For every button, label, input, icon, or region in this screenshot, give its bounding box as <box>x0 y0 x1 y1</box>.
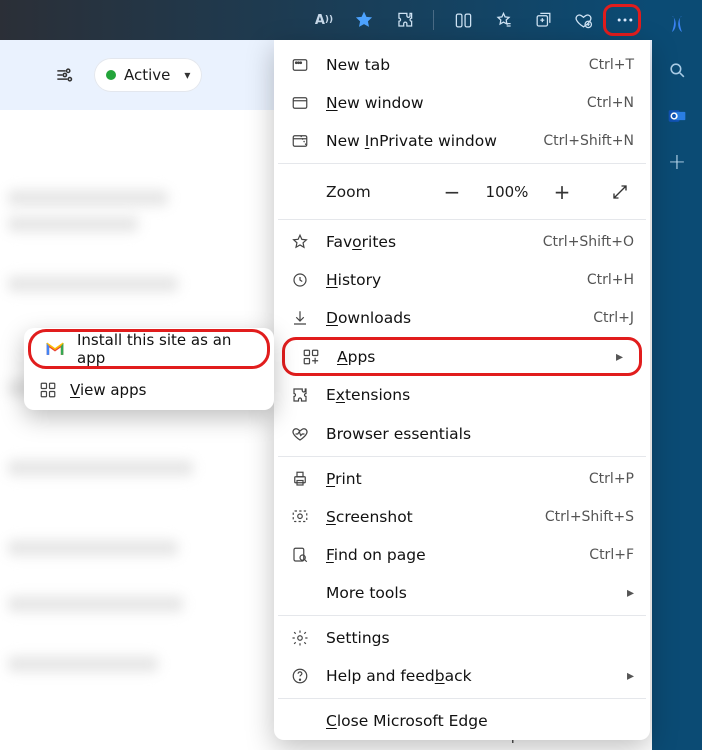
menu-apps[interactable]: Apps ▸ <box>282 337 642 376</box>
read-aloud-icon[interactable]: A)) <box>313 9 335 31</box>
menu-separator <box>278 456 646 457</box>
menu-extensions[interactable]: Extensions <box>274 376 650 414</box>
sidebar-rail: + <box>652 0 702 750</box>
puzzle-icon <box>290 385 310 405</box>
menu-new-window[interactable]: New window Ctrl+N <box>274 84 650 122</box>
zoom-label: Zoom <box>290 183 422 201</box>
shortcut: Ctrl+T <box>589 57 634 73</box>
menu-separator <box>278 698 646 699</box>
add-sidebar-icon[interactable]: + <box>665 150 689 174</box>
printer-icon <box>290 469 310 489</box>
menu-new-tab[interactable]: New tab Ctrl+T <box>274 46 650 84</box>
collections-icon[interactable] <box>532 9 554 31</box>
favorites-list-icon[interactable] <box>492 9 514 31</box>
star-icon <box>290 232 310 252</box>
download-icon <box>290 308 310 328</box>
menu-browser-essentials[interactable]: Browser essentials <box>274 414 650 452</box>
submenu-label: Install this site as an app <box>77 331 253 367</box>
zoom-value: 100% <box>482 183 532 201</box>
chevron-right-icon: ▸ <box>616 349 623 365</box>
screenshot-icon <box>290 507 310 527</box>
history-icon <box>290 270 310 290</box>
performance-heart-icon[interactable] <box>572 9 594 31</box>
new-window-icon <box>290 93 310 113</box>
menu-new-inprivate[interactable]: New InPrivate window Ctrl+Shift+N <box>274 122 650 160</box>
gear-icon <box>290 628 310 648</box>
gmail-icon <box>45 339 65 359</box>
menu-label: New tab <box>326 56 573 74</box>
menu-separator <box>278 219 646 220</box>
apps-icon <box>301 347 321 367</box>
active-filter-pill[interactable]: Active ▾ <box>94 58 202 92</box>
extensions-puzzle-icon[interactable] <box>393 9 415 31</box>
zoom-out-button[interactable]: − <box>438 178 466 206</box>
chevron-down-icon: ▾ <box>184 68 190 82</box>
fullscreen-button[interactable] <box>606 178 634 206</box>
outlook-icon[interactable] <box>665 104 689 128</box>
menu-separator <box>278 163 646 164</box>
menu-history[interactable]: History Ctrl+H <box>274 261 650 299</box>
inprivate-icon <box>290 131 310 151</box>
menu-settings[interactable]: Settings <box>274 619 650 657</box>
submenu-view-apps[interactable]: View apps <box>24 370 274 410</box>
shortcut: Ctrl+N <box>587 95 634 111</box>
menu-separator <box>278 615 646 616</box>
chevron-right-icon: ▸ <box>627 585 634 601</box>
apps-submenu: Install this site as an app View apps <box>24 328 274 410</box>
apps-grid-icon <box>38 380 58 400</box>
settings-sliders-icon[interactable] <box>50 61 78 89</box>
browser-toolbar: A)) <box>0 0 652 40</box>
more-options-button[interactable] <box>612 7 638 33</box>
zoom-in-button[interactable]: + <box>548 178 576 206</box>
status-dot-icon <box>106 70 116 80</box>
copilot-icon[interactable] <box>665 12 689 36</box>
heart-pulse-icon <box>290 424 310 444</box>
menu-favorites[interactable]: Favorites Ctrl+Shift+O <box>274 223 650 261</box>
find-icon <box>290 545 310 565</box>
menu-help[interactable]: Help and feedback ▸ <box>274 657 650 695</box>
settings-and-more-menu: New tab Ctrl+T New window Ctrl+N New InP… <box>274 40 650 740</box>
chevron-right-icon: ▸ <box>627 668 634 684</box>
submenu-install-site-as-app[interactable]: Install this site as an app <box>28 329 270 369</box>
new-tab-icon <box>290 55 310 75</box>
filter-label: Active <box>124 66 170 84</box>
menu-downloads[interactable]: Downloads Ctrl+J <box>274 299 650 337</box>
toolbar-separator <box>433 10 434 30</box>
menu-screenshot[interactable]: Screenshot Ctrl+Shift+S <box>274 498 650 536</box>
favorite-star-icon[interactable] <box>353 9 375 31</box>
menu-print[interactable]: Print Ctrl+P <box>274 460 650 498</box>
menu-close-edge[interactable]: Close Microsoft Edge <box>274 702 650 740</box>
search-icon[interactable] <box>665 58 689 82</box>
help-icon <box>290 666 310 686</box>
shortcut: Ctrl+Shift+N <box>543 133 634 149</box>
menu-zoom-row: Zoom − 100% + <box>274 167 650 216</box>
menu-more-tools[interactable]: More tools ▸ <box>274 574 650 612</box>
split-screen-icon[interactable] <box>452 9 474 31</box>
menu-find-on-page[interactable]: Find on page Ctrl+F <box>274 536 650 574</box>
